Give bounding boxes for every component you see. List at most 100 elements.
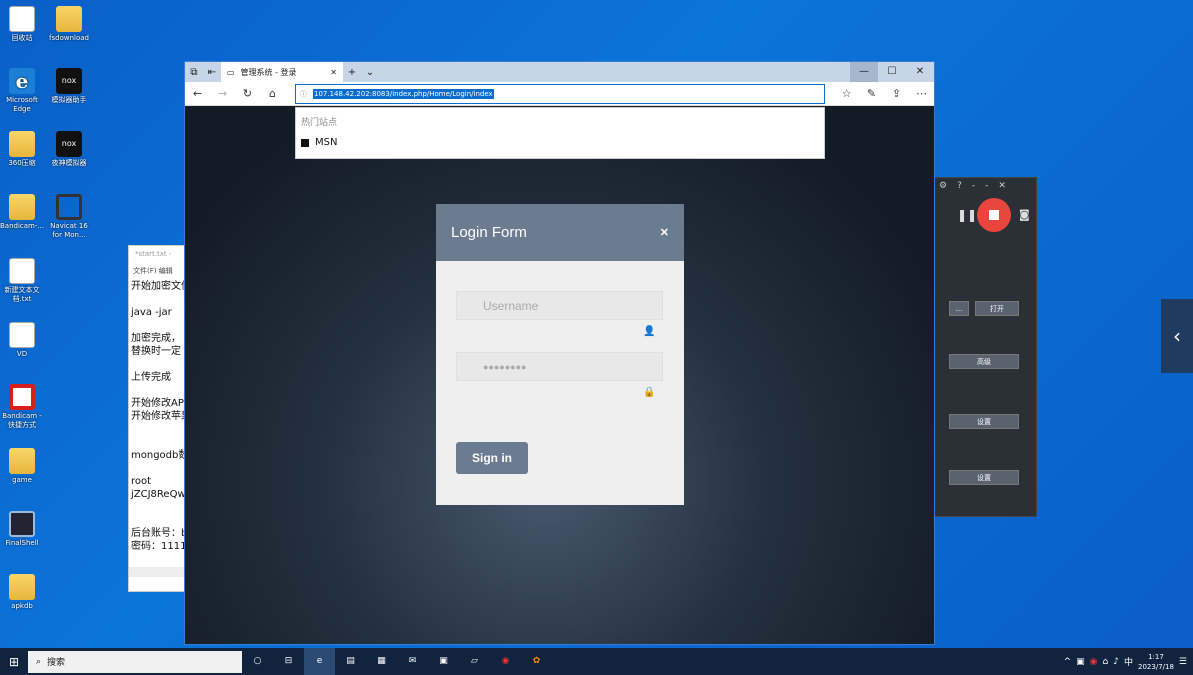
desktop-icon-recycle-bin[interactable]: 回收站 <box>0 6 44 43</box>
advanced-button[interactable]: 高级 <box>949 354 1019 369</box>
notification-icon[interactable]: ☰ <box>1179 657 1187 667</box>
desktop-icon-label: Bandicam-... <box>0 222 45 230</box>
desktop-icon-apkdb[interactable]: apkdb <box>0 574 44 611</box>
notepad-text[interactable]: 开始加密文件 java -jar 加密完成， 替换时一定 上传完成 开始修改AP… <box>129 278 187 555</box>
tab-title: 管理系统 - 登录 <box>240 67 297 77</box>
desktop-icon-edge[interactable]: e Microsoft Edge <box>0 68 44 114</box>
system-tray: ^ ▣ ◉ ⌂ ♪ 中 1:17 2023/7/18 ☰ <box>1064 652 1193 672</box>
address-suggestions: 热门站点 MSN <box>295 107 825 159</box>
desktop-icon-nox[interactable]: nox 夜神模拟器 <box>47 131 91 168</box>
media-file-icon <box>9 322 35 348</box>
desktop-icon-emulator-helper[interactable]: nox 模拟器助手 <box>47 68 91 105</box>
settings-icon[interactable]: ⚙ <box>939 181 947 193</box>
new-tab-icon[interactable]: + <box>343 67 361 78</box>
camera-icon[interactable]: ◙ <box>1019 208 1030 221</box>
collapse-icon[interactable]: - <box>985 181 988 193</box>
file-explorer-icon[interactable]: ▤ <box>335 648 366 675</box>
msn-icon <box>301 138 309 147</box>
username-input[interactable]: Username <box>456 291 663 320</box>
refresh-icon[interactable]: ↻ <box>235 87 260 100</box>
side-panel-toggle[interactable]: ‹ <box>1161 299 1193 373</box>
home-icon[interactable]: ⌂ <box>260 87 285 100</box>
desktop-icon-label: Bandicam - 快捷方式 <box>2 412 42 429</box>
address-bar[interactable]: ⓘ 107.148.42.202:8083/index.php/Home/Log… <box>295 83 825 104</box>
desktop-icon-360zip[interactable]: 360压缩 <box>0 131 44 168</box>
minimize-icon[interactable]: - <box>972 181 975 193</box>
login-title: Login Form <box>451 224 527 241</box>
mail-icon[interactable]: ✉ <box>397 648 428 675</box>
ime-indicator[interactable]: 中 <box>1124 655 1133 668</box>
clock-time: 1:17 <box>1148 652 1164 661</box>
stop-record-button[interactable] <box>977 198 1011 232</box>
notepad-menu[interactable]: 文件(F) 编辑 <box>129 264 187 278</box>
url-text[interactable]: 107.148.42.202:8083/index.php/Home/Login… <box>313 88 494 99</box>
desktop-icon-finalshell[interactable]: FinalShell <box>0 511 44 548</box>
desktop-icon-vd[interactable]: VD <box>0 322 44 359</box>
desktop-icon-bandicam-folder[interactable]: Bandicam-... <box>0 194 44 231</box>
edge-taskbar-icon[interactable]: e <box>304 648 335 675</box>
tray-record-icon[interactable]: ◉ <box>1090 657 1098 667</box>
maximize-icon[interactable]: ☐ <box>878 62 906 82</box>
pen-icon[interactable]: ✎ <box>859 87 884 100</box>
clock[interactable]: 1:17 2023/7/18 <box>1138 652 1174 672</box>
back-icon[interactable]: ← <box>185 87 210 100</box>
store-icon[interactable]: ▦ <box>366 648 397 675</box>
set-aside-tabs-icon[interactable]: ⇤ <box>203 67 221 78</box>
help-icon[interactable]: ? <box>957 181 962 193</box>
suggestion-label: MSN <box>315 137 338 148</box>
taskbar-search[interactable]: ⌕ 搜索 <box>28 650 242 673</box>
close-icon[interactable]: ✕ <box>906 62 934 82</box>
close-icon[interactable]: ✕ <box>998 181 1006 193</box>
desktop-icon-bandicam-shortcut[interactable]: Bandicam - 快捷方式 <box>0 384 44 430</box>
chevron-left-icon: ‹ <box>1173 324 1181 348</box>
network-icon[interactable]: ⌂ <box>1103 657 1109 667</box>
close-icon[interactable]: ✕ <box>660 226 669 239</box>
desktop-icon-fsdownload[interactable]: fsdownload <box>47 6 91 43</box>
clock-date: 2023/7/18 <box>1138 662 1174 671</box>
desktop-icon-label: Navicat 16 for Mon... <box>50 222 88 239</box>
task-view-icon[interactable]: ○ <box>242 648 273 675</box>
forward-icon[interactable]: → <box>210 87 235 100</box>
desktop-icon-game[interactable]: game <box>0 448 44 485</box>
tray-app-icon[interactable]: ▣ <box>1076 657 1085 667</box>
tray-expand-icon[interactable]: ^ <box>1064 657 1072 667</box>
user-icon: 👤 <box>643 326 656 337</box>
favorites-icon[interactable]: ☆ <box>834 87 859 100</box>
widgets-icon[interactable]: ⊟ <box>273 648 304 675</box>
open-button[interactable]: 打开 <box>975 301 1019 316</box>
recorder-titlebar: ⚙ ? - - ✕ <box>933 178 1036 196</box>
settings-button[interactable]: 设置 <box>949 414 1019 429</box>
notepad-window[interactable]: *start.txt - 文件(F) 编辑 开始加密文件 java -jar 加… <box>128 245 188 592</box>
sign-in-button[interactable]: Sign in <box>456 442 528 474</box>
password-input[interactable]: ●●●●●●●● <box>456 352 663 381</box>
suggestion-item[interactable]: MSN <box>296 133 824 152</box>
share-icon[interactable]: ⇪ <box>884 87 909 100</box>
navicat-taskbar-icon[interactable]: ✿ <box>521 648 552 675</box>
desktop-icon-navicat[interactable]: Navicat 16 for Mon... <box>47 194 91 240</box>
browser-tabbar: ⧉ ⇤ ▭ 管理系统 - 登录 ✕ + ⌄ — ☐ ✕ <box>185 62 934 82</box>
minimize-icon[interactable]: — <box>850 62 878 82</box>
settings-button-2[interactable]: 设置 <box>949 470 1019 485</box>
horizontal-scrollbar[interactable] <box>129 567 187 577</box>
info-icon: ⓘ <box>300 89 307 98</box>
browser-window[interactable]: ⧉ ⇤ ▭ 管理系统 - 登录 ✕ + ⌄ — ☐ ✕ ← → ↻ ⌂ ⓘ 10… <box>184 61 935 645</box>
windows-start-icon[interactable]: ⊞ <box>0 655 28 669</box>
notepad-taskbar-icon[interactable]: ▱ <box>459 648 490 675</box>
browser-tab[interactable]: ▭ 管理系统 - 登录 ✕ <box>221 62 343 82</box>
login-form: Login Form ✕ Username 👤 ●●●●●●●● 🔒 Sign … <box>436 204 684 505</box>
volume-icon[interactable]: ♪ <box>1113 657 1119 667</box>
tab-actions-icon[interactable]: ⧉ <box>185 67 203 78</box>
more-icon[interactable]: ⋯ <box>909 87 934 100</box>
desktop-icon-label: fsdownload <box>49 34 89 42</box>
browse-button[interactable]: ... <box>949 301 969 316</box>
remote-desktop-icon[interactable]: ▣ <box>428 648 459 675</box>
desktop-icon-text-doc[interactable]: 新建文本文档.txt <box>0 258 44 304</box>
tab-close-icon[interactable]: ✕ <box>330 68 337 77</box>
search-placeholder: 搜索 <box>47 658 66 668</box>
recorder-window[interactable]: ⚙ ? - - ✕ ❚❚ ◙ ... 打开 高级 设置 设置 <box>932 177 1037 517</box>
bandicam-taskbar-icon[interactable]: ◉ <box>490 648 521 675</box>
lock-icon: 🔒 <box>643 387 656 398</box>
pause-icon[interactable]: ❚❚ <box>957 208 977 222</box>
folder-icon <box>9 574 35 600</box>
tab-list-icon[interactable]: ⌄ <box>361 67 379 78</box>
